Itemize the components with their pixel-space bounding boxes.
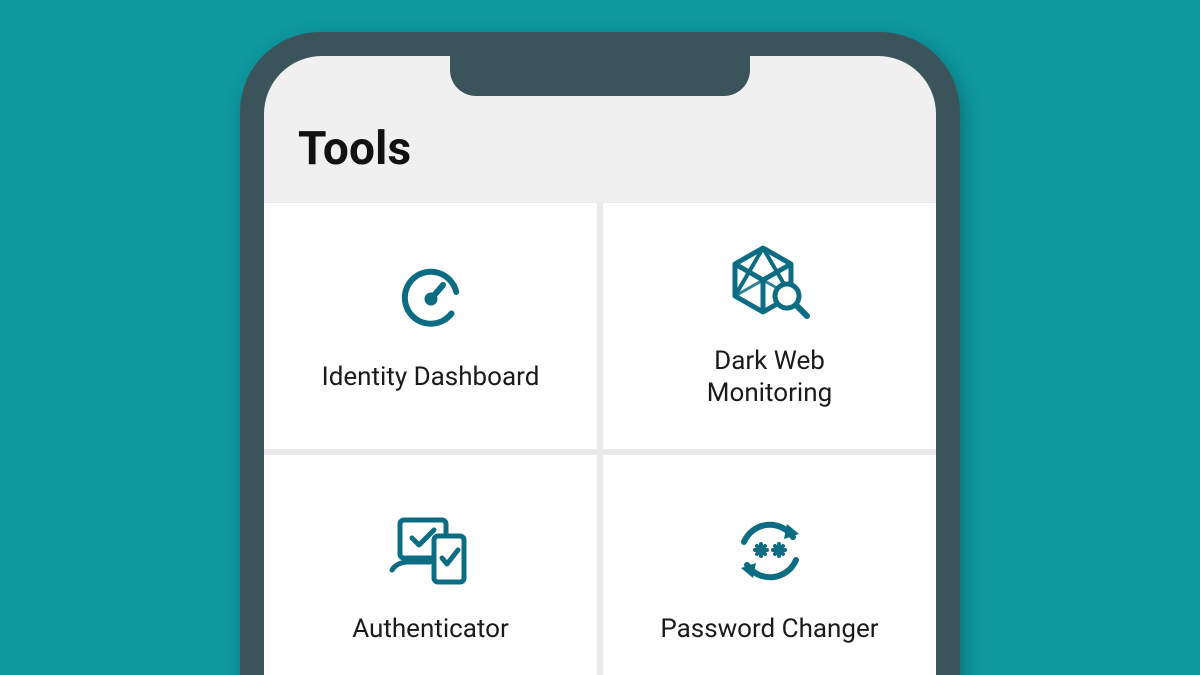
tile-label: Identity Dashboard — [322, 361, 540, 394]
cube-search-icon — [725, 243, 815, 323]
tile-password-changer[interactable]: Password Changer — [603, 455, 936, 675]
devices-check-icon — [386, 511, 476, 591]
phone-notch — [450, 56, 750, 96]
page-title: Tools — [264, 106, 936, 202]
phone-frame: Tools Identity Dashboard — [240, 32, 960, 675]
tile-identity-dashboard[interactable]: Identity Dashboard — [264, 203, 597, 449]
tools-screen: Tools Identity Dashboard — [264, 56, 936, 675]
tile-label: Password Changer — [660, 613, 878, 646]
tile-label: Authenticator — [352, 613, 509, 646]
tile-label: Dark Web Monitoring — [675, 345, 865, 410]
tile-authenticator[interactable]: Authenticator — [264, 455, 597, 675]
tile-dark-web-monitoring[interactable]: Dark Web Monitoring — [603, 203, 936, 449]
phone-screen: Tools Identity Dashboard — [264, 56, 936, 675]
gauge-icon — [391, 259, 471, 339]
tool-grid: Identity Dashboard — [264, 202, 936, 675]
password-refresh-icon — [729, 511, 811, 591]
